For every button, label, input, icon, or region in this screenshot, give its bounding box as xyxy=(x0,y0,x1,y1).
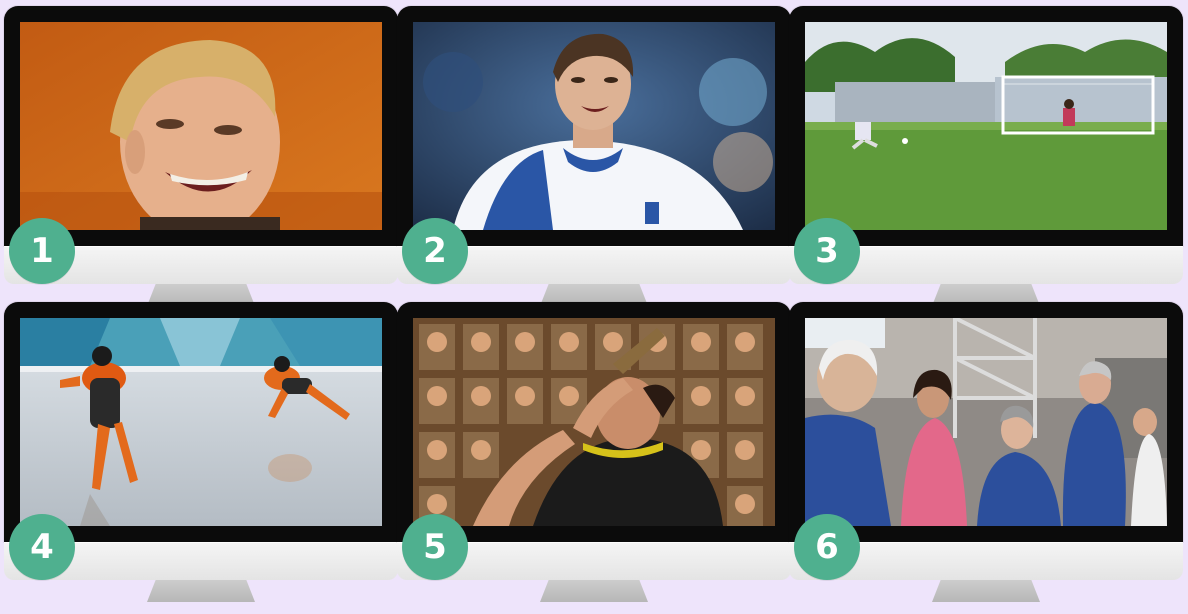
speed-skaters-photo xyxy=(20,318,382,526)
elderly-group-photo xyxy=(805,318,1167,526)
monitor-stand xyxy=(147,580,255,602)
screen-4[interactable] xyxy=(20,318,382,526)
number-badge: 3 xyxy=(794,218,860,284)
monitor-2: 2 xyxy=(397,6,791,306)
penalty-kick-photo xyxy=(805,22,1167,230)
number-badge: 4 xyxy=(9,514,75,580)
monitor-bezel xyxy=(4,6,398,246)
monitor-1: 1 xyxy=(4,6,398,306)
monitor-5: 5 xyxy=(397,302,791,602)
monitor-4: 4 xyxy=(4,302,398,602)
screen-1[interactable] xyxy=(20,22,382,230)
soccer-player-photo xyxy=(413,22,775,230)
monitor-bezel xyxy=(397,6,791,246)
monitor-stand xyxy=(932,580,1040,602)
screen-5[interactable] xyxy=(413,318,775,526)
monitor-bezel xyxy=(789,6,1183,246)
monitor-stand xyxy=(540,580,648,602)
man-drinking-photo xyxy=(413,318,775,526)
laughing-man-photo xyxy=(20,22,382,230)
monitor-bezel xyxy=(789,302,1183,542)
screen-3[interactable] xyxy=(805,22,1167,230)
monitor-bezel xyxy=(4,302,398,542)
number-badge: 2 xyxy=(402,218,468,284)
monitor-3: 3 xyxy=(789,6,1183,306)
screen-2[interactable] xyxy=(413,22,775,230)
screen-6[interactable] xyxy=(805,318,1167,526)
number-badge: 1 xyxy=(9,218,75,284)
number-badge: 6 xyxy=(794,514,860,580)
number-badge: 5 xyxy=(402,514,468,580)
monitor-6: 6 xyxy=(789,302,1183,602)
monitor-bezel xyxy=(397,302,791,542)
